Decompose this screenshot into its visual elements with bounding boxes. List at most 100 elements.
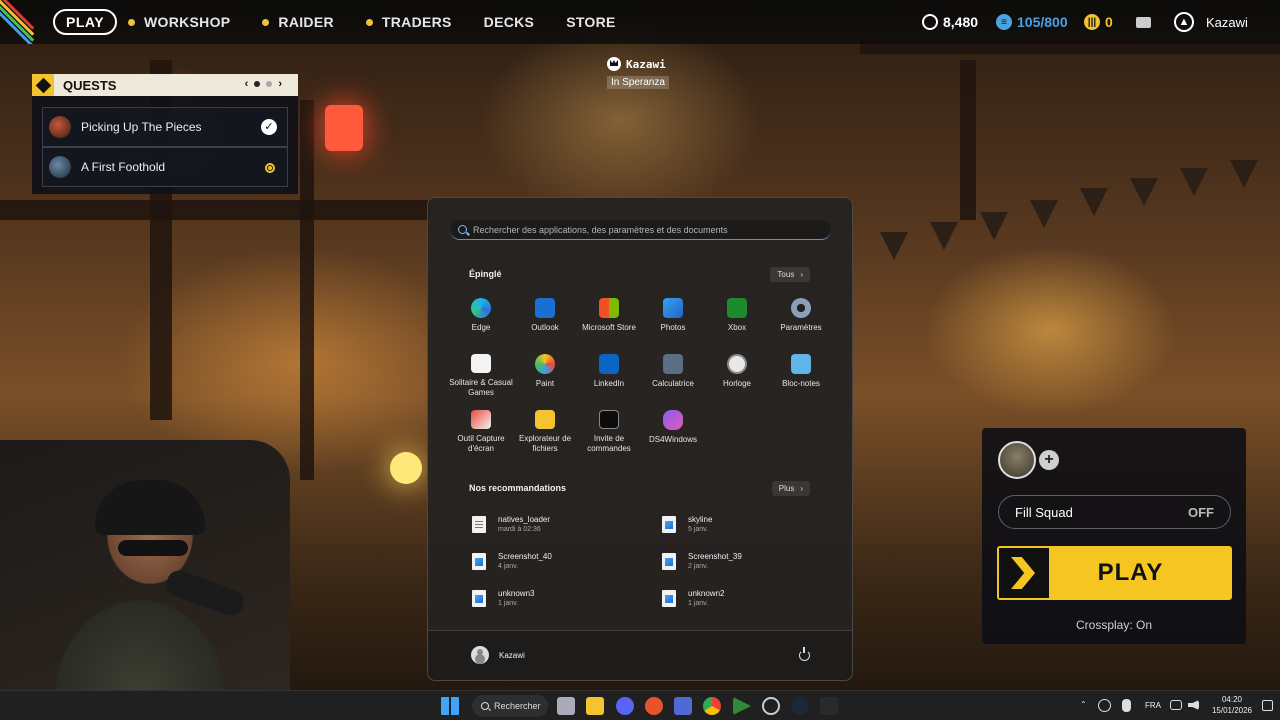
quests-panel: QUESTS ‹ › Picking Up The Pieces ✓ A Fir…: [32, 74, 298, 194]
app-label: Paramètres: [780, 323, 822, 332]
recommended-item[interactable]: natives_loader mardi à 02:36: [472, 512, 662, 536]
pinned-app-linkedin[interactable]: LinkedIn: [577, 352, 641, 398]
app-label: Invite de commandes: [587, 434, 631, 453]
recommended-item[interactable]: skyline 5 janv.: [662, 512, 812, 536]
pinned-app-calculator[interactable]: Calculatrice: [641, 352, 705, 398]
mail-button[interactable]: [1136, 0, 1156, 44]
nav-traders[interactable]: TRADERS: [365, 14, 452, 30]
user-avatar-icon[interactable]: [471, 646, 489, 664]
media-player-icon[interactable]: [733, 697, 751, 715]
edge-icon: [471, 298, 491, 318]
file-explorer-icon: [535, 410, 555, 429]
play-tab[interactable]: PLAY: [53, 9, 118, 35]
file-date: mardi à 02:36: [498, 525, 541, 533]
nav-decks[interactable]: DECKS: [484, 14, 535, 30]
file-date: 2 janv.: [688, 562, 709, 570]
credits-icon: ≡: [996, 14, 1012, 30]
pinned-app-ds4windows[interactable]: DS4Windows: [641, 408, 705, 454]
taskbar-clock[interactable]: 04:20 15/01/2026: [1206, 694, 1258, 716]
squad-member-avatar[interactable]: [998, 441, 1036, 479]
windows-start-icon[interactable]: [441, 697, 459, 715]
profile-username: Kazawi: [1206, 14, 1248, 30]
file-name: skyline: [688, 514, 713, 524]
chevron-left-icon[interactable]: ‹: [245, 78, 249, 90]
language-indicator[interactable]: FRA: [1145, 701, 1161, 710]
all-apps-button[interactable]: Tous ›: [770, 267, 810, 282]
nav-label: STORE: [566, 14, 616, 30]
more-recommended-button[interactable]: Plus ›: [771, 481, 810, 496]
play-button-label: PLAY: [1097, 559, 1164, 586]
pinned-app-photos[interactable]: Photos: [641, 296, 705, 342]
start-menu: Épinglé Tous › Edge Outlook Microsoft Sto…: [427, 197, 853, 681]
start-menu-footer: Kazawi: [428, 630, 852, 680]
start-search-input[interactable]: [473, 224, 813, 235]
page-dot-active: [254, 81, 261, 87]
recommended-item[interactable]: Screenshot_39 2 janv.: [662, 549, 812, 573]
add-squad-member-icon[interactable]: +: [1039, 450, 1059, 470]
quests-header: QUESTS ‹ ›: [32, 74, 298, 96]
power-icon[interactable]: [799, 647, 810, 661]
taskbar-search[interactable]: Rechercher: [472, 695, 548, 717]
app-icon[interactable]: [674, 697, 692, 715]
fill-squad-label: Fill Squad: [1015, 504, 1073, 520]
pinned-app-snipping-tool[interactable]: Outil Capture d'écran: [449, 408, 513, 454]
nav-workshop[interactable]: WORKSHOP: [128, 14, 230, 30]
profile-button[interactable]: ▲ Kazawi: [1174, 0, 1248, 44]
file-date: 4 janv.: [498, 562, 519, 570]
refresh-icon[interactable]: [1098, 699, 1111, 712]
image-file-icon: [662, 515, 676, 533]
solitaire-icon: [471, 354, 491, 373]
store-icon: [599, 298, 619, 318]
tokens-currency: ||| 0: [1084, 0, 1113, 44]
volume-icon[interactable]: [1188, 700, 1199, 710]
discord-icon[interactable]: [616, 697, 634, 715]
app-label: LinkedIn: [593, 379, 625, 388]
recommended-item[interactable]: unknown2 1 janv.: [662, 586, 812, 610]
paint-icon: [535, 354, 555, 374]
taskbar-search-label: Rechercher: [494, 701, 541, 711]
player-tag: Kazawi In Speranza: [607, 57, 669, 90]
pinned-app-outlook[interactable]: Outlook: [513, 296, 577, 342]
pinned-app-notepad[interactable]: Bloc-notes: [769, 352, 833, 398]
quest-item[interactable]: Picking Up The Pieces ✓: [42, 107, 288, 147]
quest-item[interactable]: A First Foothold: [42, 147, 288, 187]
check-icon: ✓: [261, 119, 277, 135]
fill-squad-toggle[interactable]: Fill Squad OFF: [998, 495, 1231, 529]
nav-raider[interactable]: RAIDER: [262, 14, 334, 30]
network-icon[interactable]: [1170, 700, 1182, 710]
openai-icon[interactable]: [762, 697, 780, 715]
notification-icon[interactable]: [1262, 700, 1273, 711]
pinned-app-xbox[interactable]: Xbox: [705, 296, 769, 342]
pinned-app-settings[interactable]: Paramètres: [769, 296, 833, 342]
page-dot: [266, 81, 273, 87]
pinned-app-clock[interactable]: Horloge: [705, 352, 769, 398]
start-user-name[interactable]: Kazawi: [499, 651, 525, 660]
nav-store[interactable]: STORE: [566, 14, 615, 30]
game-app-icon[interactable]: [820, 697, 838, 715]
chevron-right-icon: ›: [800, 270, 803, 279]
nav-label: RAIDER: [278, 14, 334, 30]
pinned-app-file-explorer[interactable]: Explorateur de fichiers: [513, 408, 577, 454]
recommended-item[interactable]: Screenshot_40 4 janv.: [472, 549, 662, 573]
chrome-icon[interactable]: [703, 697, 721, 715]
nav-label: DECKS: [483, 14, 535, 30]
squad-panel: + Fill Squad OFF PLAY Crossplay: On: [982, 428, 1246, 644]
chevron-right-icon[interactable]: ›: [278, 78, 282, 90]
chevron-up-icon[interactable]: ⌃: [1080, 700, 1087, 709]
app-label: Horloge: [722, 379, 751, 388]
pinned-app-solitaire[interactable]: Solitaire & Casual Games: [449, 352, 513, 398]
microphone-icon[interactable]: [1122, 699, 1131, 712]
settings-icon: [791, 298, 811, 318]
pinned-app-paint[interactable]: Paint: [513, 352, 577, 398]
play-button[interactable]: PLAY: [997, 546, 1232, 600]
command-prompt-icon: [599, 410, 619, 429]
ea-app-icon[interactable]: [645, 697, 663, 715]
recommended-item[interactable]: unknown3 1 janv.: [472, 586, 662, 610]
start-search-box[interactable]: [450, 220, 831, 240]
file-explorer-icon[interactable]: [586, 697, 604, 715]
pinned-app-command-prompt[interactable]: Invite de commandes: [577, 408, 641, 454]
steam-icon[interactable]: [791, 697, 809, 715]
pinned-app-edge[interactable]: Edge: [449, 296, 513, 342]
pinned-app-store[interactable]: Microsoft Store: [577, 296, 641, 342]
task-view-icon[interactable]: [557, 697, 575, 715]
